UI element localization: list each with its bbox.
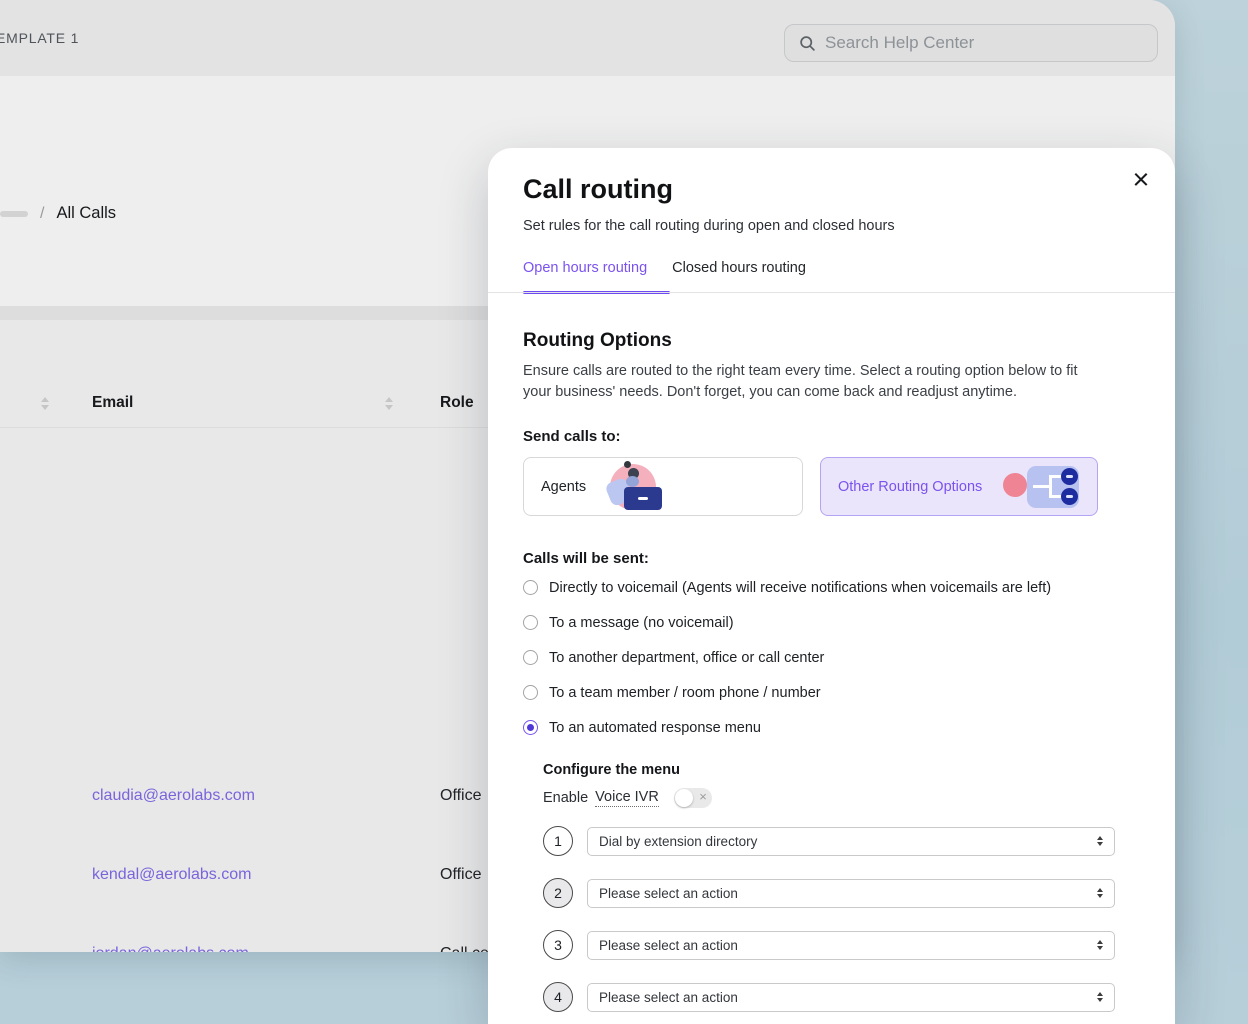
modal-title: Call routing [523, 174, 673, 205]
voice-ivr-toggle[interactable]: × [674, 788, 712, 808]
radio-directly-to-voicemail[interactable]: Directly to voicemail (Agents will recei… [523, 580, 1116, 595]
toggle-off-icon: × [699, 789, 707, 804]
voice-ivr-link[interactable]: Voice IVR [595, 789, 659, 807]
sort-icon[interactable] [41, 397, 49, 410]
toggle-knob [675, 789, 693, 807]
action-select-3[interactable]: Please select an action [587, 931, 1115, 960]
app-header: EMPLATE 1 Search Help Center [0, 0, 1175, 76]
breadcrumb: / All Calls [0, 204, 116, 223]
radio-button-icon[interactable] [523, 650, 538, 665]
enable-voice-ivr-row: Enable Voice IVR × [543, 788, 1116, 808]
enable-label: Enable [543, 790, 588, 806]
radio-automated-response-menu[interactable]: To an automated response menu [523, 720, 1116, 735]
select-spinner-icon [1097, 992, 1103, 1002]
select-spinner-icon [1097, 888, 1103, 898]
column-header-role[interactable]: Role [440, 394, 474, 412]
tabs-divider [488, 292, 1175, 293]
routing-tree-illustration [1003, 460, 1089, 514]
agent-illustration [602, 460, 668, 514]
agents-card-label: Agents [541, 479, 586, 495]
step-number-badge: 1 [543, 826, 573, 856]
search-icon [799, 35, 816, 52]
email-link[interactable]: kendal@aerolabs.com [92, 866, 251, 884]
ivr-menu-row-3: 3 Please select an action [543, 930, 1116, 960]
routing-radio-group: Directly to voicemail (Agents will recei… [523, 580, 1116, 735]
destination-card-other-routing-options[interactable]: Other Routing Options [820, 457, 1098, 516]
action-select-4[interactable]: Please select an action [587, 983, 1115, 1012]
destination-card-agents[interactable]: Agents [523, 457, 803, 516]
radio-button-icon[interactable] [523, 685, 538, 700]
other-routing-card-label: Other Routing Options [838, 479, 982, 495]
configure-menu-heading: Configure the menu [543, 762, 1116, 778]
close-icon[interactable]: × [1125, 164, 1157, 196]
select-spinner-icon [1097, 836, 1103, 846]
page-title: EMPLATE 1 [0, 30, 79, 46]
email-link[interactable]: jordan@aerolabs.com [92, 945, 249, 952]
email-link[interactable]: claudia@aerolabs.com [92, 787, 255, 805]
configure-menu-section: Configure the menu Enable Voice IVR × 1 … [543, 762, 1116, 1012]
radio-team-member[interactable]: To a team member / room phone / number [523, 685, 1116, 700]
radio-button-icon[interactable] [523, 720, 538, 735]
modal-subtitle: Set rules for the call routing during op… [523, 218, 895, 234]
routing-tabs: Open hours routing Closed hours routing [523, 260, 806, 293]
action-select-2[interactable]: Please select an action [587, 879, 1115, 908]
send-calls-to-label: Send calls to: [523, 428, 1116, 445]
breadcrumb-skeleton [0, 211, 28, 217]
radio-button-icon[interactable] [523, 615, 538, 630]
ivr-menu-list: 1 Dial by extension directory 2 Please s… [543, 826, 1116, 1012]
role-cell: Office [440, 787, 482, 805]
destination-cards: Agents Other Routing Options [523, 457, 1116, 516]
breadcrumb-all-calls[interactable]: All Calls [56, 204, 116, 223]
column-header-email[interactable]: Email [92, 394, 133, 412]
calls-will-be-sent-label: Calls will be sent: [523, 550, 1116, 567]
routing-options-description: Ensure calls are routed to the right tea… [523, 361, 1095, 403]
help-center-search-input[interactable]: Search Help Center [784, 24, 1158, 62]
action-select-1[interactable]: Dial by extension directory [587, 827, 1115, 856]
role-cell: Office [440, 866, 482, 884]
radio-button-icon[interactable] [523, 580, 538, 595]
tab-closed-hours-routing[interactable]: Closed hours routing [672, 260, 806, 293]
ivr-menu-row-1: 1 Dial by extension directory [543, 826, 1116, 856]
step-number-badge: 3 [543, 930, 573, 960]
ivr-menu-row-2: 2 Please select an action [543, 878, 1116, 908]
ivr-menu-row-4: 4 Please select an action [543, 982, 1116, 1012]
routing-options-heading: Routing Options [523, 330, 1116, 352]
tab-open-hours-routing[interactable]: Open hours routing [523, 260, 647, 293]
select-spinner-icon [1097, 940, 1103, 950]
modal-content: Routing Options Ensure calls are routed … [488, 294, 1175, 1012]
role-cell: Call ce [440, 945, 489, 952]
call-routing-modal: × Call routing Set rules for the call ro… [488, 148, 1175, 1024]
step-number-badge: 4 [543, 982, 573, 1012]
breadcrumb-separator: / [40, 205, 44, 223]
desktop-backdrop: EMPLATE 1 Search Help Center / All Calls… [0, 0, 1248, 1024]
radio-another-department[interactable]: To another department, office or call ce… [523, 650, 1116, 665]
search-placeholder: Search Help Center [825, 33, 974, 53]
radio-to-a-message[interactable]: To a message (no voicemail) [523, 615, 1116, 630]
sort-icon[interactable] [385, 397, 393, 410]
step-number-badge: 2 [543, 878, 573, 908]
